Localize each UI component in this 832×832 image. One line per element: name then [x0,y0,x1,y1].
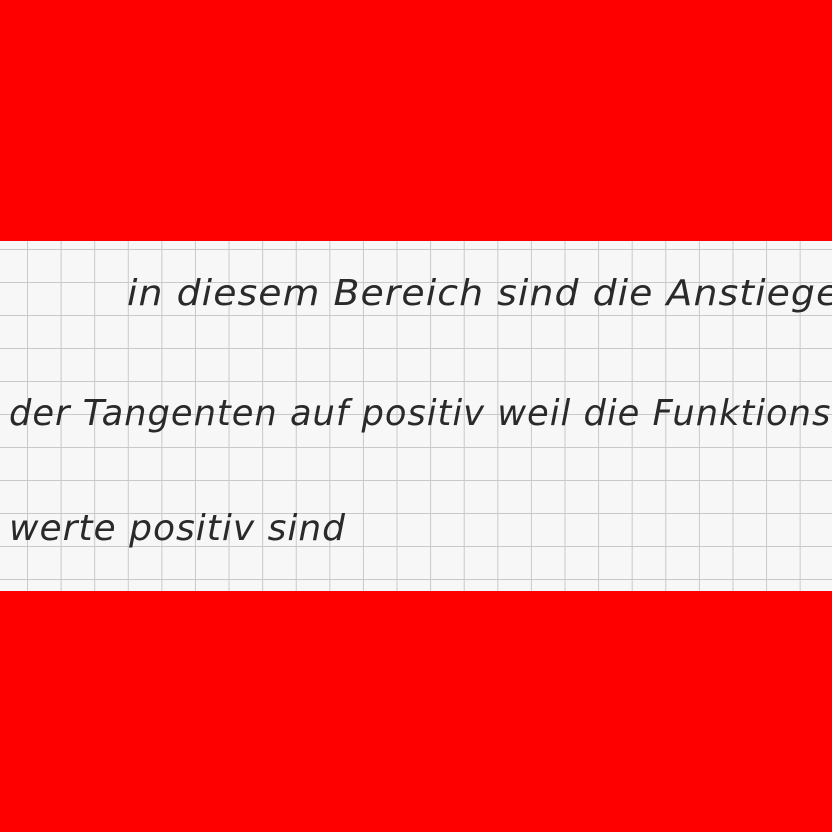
image-canvas: in diesem Bereich sind die Anstiege der … [0,0,832,832]
grid-paper-strip: in diesem Bereich sind die Anstiege der … [0,241,832,591]
bottom-red-border [0,591,832,832]
handwritten-line-3: werte positiv sind [9,508,347,549]
handwritten-line-2: der Tangenten auf positiv weil die Funkt… [9,393,832,434]
handwritten-line-1: in diesem Bereich sind die Anstiege [127,273,832,314]
top-red-border [0,0,832,241]
